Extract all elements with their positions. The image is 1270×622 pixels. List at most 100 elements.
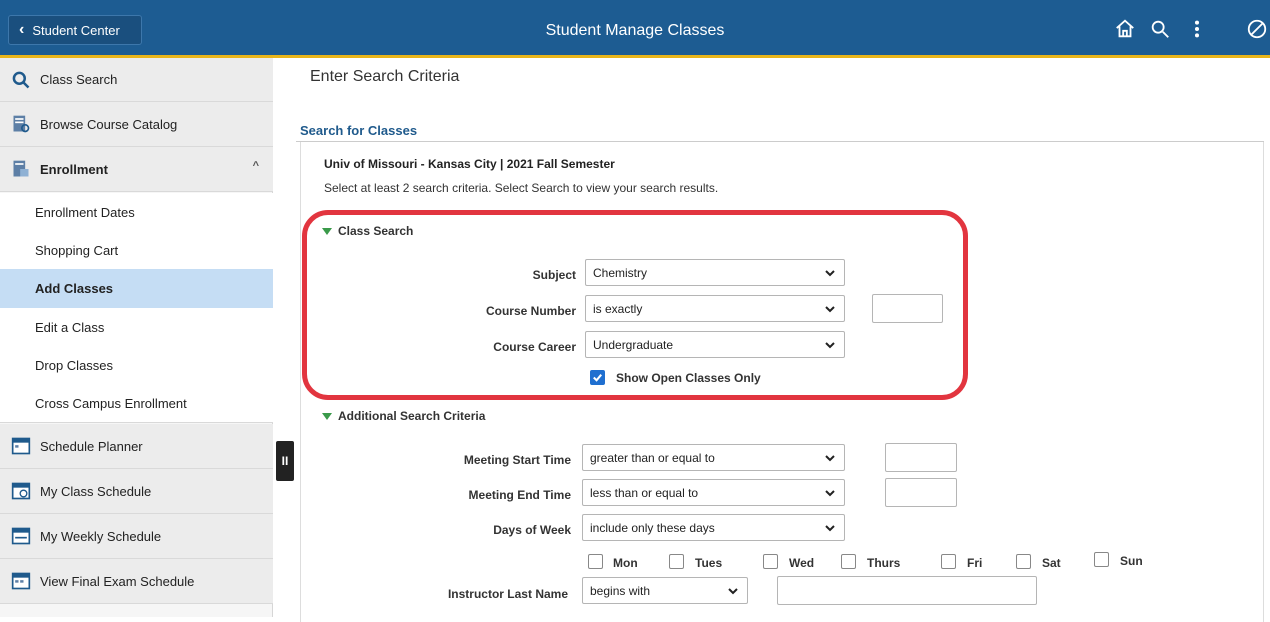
collapse-sidebar-button[interactable]: II xyxy=(276,441,294,481)
instruction-text: Select at least 2 search criteria. Selec… xyxy=(324,181,719,195)
meeting-end-operator: less than or equal to xyxy=(590,485,699,500)
checkmark-icon xyxy=(593,374,602,382)
sidebar-item-label: Edit a Class xyxy=(35,319,105,335)
days-of-week-select[interactable]: include only these days xyxy=(582,514,845,541)
day-checkbox-mon[interactable] xyxy=(588,554,603,569)
search-icon[interactable] xyxy=(1147,16,1173,42)
sidebar-item-label: Class Search xyxy=(40,72,118,87)
day-checkbox-thurs[interactable] xyxy=(841,554,856,569)
additional-criteria-group-header[interactable]: Additional Search Criteria xyxy=(322,409,485,423)
top-banner: ‹ Student Center Student Manage Classes xyxy=(0,0,1270,58)
meeting-start-time-select[interactable]: greater than or equal to xyxy=(582,444,845,471)
sidebar-item-my-class-schedule[interactable]: My Class Schedule xyxy=(0,469,273,514)
disabled-circle-icon[interactable] xyxy=(1244,16,1270,42)
sidebar-item-my-weekly-schedule[interactable]: My Weekly Schedule xyxy=(0,514,273,559)
weekly-calendar-icon xyxy=(10,525,32,547)
sidebar: Class Search Browse Course Catalog Enrol… xyxy=(0,58,273,617)
day-checkbox-sun[interactable] xyxy=(1094,552,1109,567)
chevron-down-icon xyxy=(825,525,835,532)
instructor-last-name-input[interactable] xyxy=(777,576,1037,605)
meeting-end-time-select[interactable]: less than or equal to xyxy=(582,479,845,506)
day-label-fri: Fri xyxy=(967,556,983,570)
expand-triangle-icon xyxy=(322,412,332,420)
day-checkbox-fri[interactable] xyxy=(941,554,956,569)
sidebar-item-label: Schedule Planner xyxy=(40,438,143,454)
page-header-title: Student Manage Classes xyxy=(545,22,725,39)
day-label-sun: Sun xyxy=(1120,554,1143,568)
sidebar-item-label: View Final Exam Schedule xyxy=(40,573,195,589)
class-search-group-header[interactable]: Class Search xyxy=(322,224,413,238)
sidebar-item-drop-classes[interactable]: Drop Classes xyxy=(0,346,273,385)
sidebar-item-label: My Weekly Schedule xyxy=(40,528,162,544)
instructor-operator: begins with xyxy=(590,583,651,598)
sidebar-item-enrollment-dates[interactable]: Enrollment Dates xyxy=(0,193,273,231)
sidebar-item-label: Cross Campus Enrollment xyxy=(35,396,187,411)
sidebar-item-edit-a-class[interactable]: Edit a Class xyxy=(0,308,273,346)
sidebar-item-label: Add Classes xyxy=(35,281,114,296)
meeting-start-time-label: Meeting Start Time xyxy=(463,453,571,467)
meeting-start-time-input[interactable] xyxy=(885,443,957,472)
course-number-select[interactable]: is exactly xyxy=(585,295,845,322)
day-checkbox-sat[interactable] xyxy=(1016,554,1031,569)
enrollment-icon xyxy=(10,158,32,180)
meeting-end-time-label: Meeting End Time xyxy=(468,488,571,502)
course-career-value: Undergraduate xyxy=(593,337,674,352)
chevron-down-icon xyxy=(728,588,738,595)
course-career-label: Course Career xyxy=(493,340,576,354)
exam-schedule-icon xyxy=(10,570,32,592)
planner-icon xyxy=(10,435,32,457)
group-label: Additional Search Criteria xyxy=(338,409,486,423)
meeting-start-operator: greater than or equal to xyxy=(590,450,715,465)
day-label-thurs: Thurs xyxy=(867,556,901,570)
expand-triangle-icon xyxy=(322,227,332,235)
day-label-mon: Mon xyxy=(613,556,638,570)
sidebar-item-add-classes[interactable]: Add Classes xyxy=(0,269,273,308)
home-icon[interactable] xyxy=(1112,16,1138,42)
magnifier-icon xyxy=(10,69,32,91)
more-vertical-icon[interactable] xyxy=(1184,16,1210,42)
calendar-clock-icon xyxy=(10,480,32,502)
sidebar-item-schedule-planner[interactable]: Schedule Planner xyxy=(0,424,273,469)
institution-term: Univ of Missouri - Kansas City | 2021 Fa… xyxy=(324,157,615,171)
group-label: Class Search xyxy=(338,224,414,238)
sidebar-item-enrollment[interactable]: Enrollment ^ xyxy=(0,147,273,192)
course-number-input[interactable] xyxy=(872,294,943,323)
back-to-student-center-button[interactable]: ‹ Student Center xyxy=(8,15,142,45)
meeting-end-time-input[interactable] xyxy=(885,478,957,507)
sidebar-item-label: Shopping Cart xyxy=(35,242,119,258)
day-label-tues: Tues xyxy=(695,556,723,570)
subject-label: Subject xyxy=(532,268,576,282)
days-of-week-operator: include only these days xyxy=(590,520,715,535)
sidebar-item-view-final-exam-schedule[interactable]: View Final Exam Schedule xyxy=(0,559,273,604)
day-label-sat: Sat xyxy=(1042,556,1061,570)
chevron-down-icon xyxy=(825,490,835,497)
show-open-classes-label: Show Open Classes Only xyxy=(616,371,761,385)
instructor-last-name-select[interactable]: begins with xyxy=(582,577,748,604)
subject-value: Chemistry xyxy=(593,265,648,280)
chevron-up-icon: ^ xyxy=(252,160,259,172)
chevron-left-icon: ‹ xyxy=(19,21,25,38)
sidebar-item-label: Drop Classes xyxy=(35,358,114,373)
subject-select[interactable]: Chemistry xyxy=(585,259,845,286)
chevron-down-icon xyxy=(825,270,835,277)
instructor-last-name-label: Instructor Last Name xyxy=(447,587,568,601)
sidebar-item-shopping-cart[interactable]: Shopping Cart xyxy=(0,231,273,269)
sidebar-item-cross-campus-enrollment[interactable]: Cross Campus Enrollment xyxy=(0,385,273,423)
sidebar-item-label: Browse Course Catalog xyxy=(40,116,178,132)
sidebar-item-label: My Class Schedule xyxy=(40,483,152,499)
day-label-wed: Wed xyxy=(789,556,815,570)
show-open-classes-checkbox[interactable] xyxy=(590,370,605,385)
day-checkbox-tues[interactable] xyxy=(669,554,684,569)
section-title: Search for Classes xyxy=(300,123,418,138)
course-career-select[interactable]: Undergraduate xyxy=(585,331,845,358)
sidebar-item-browse-course-catalog[interactable]: Browse Course Catalog xyxy=(0,102,273,147)
day-checkbox-wed[interactable] xyxy=(763,554,778,569)
course-number-label: Course Number xyxy=(485,304,576,318)
chevron-down-icon xyxy=(825,455,835,462)
sidebar-item-label: Enrollment Dates xyxy=(35,204,135,220)
main-content: Enter Search Criteria Search for Classes… xyxy=(296,58,1270,622)
catalog-icon xyxy=(10,113,32,135)
sidebar-item-label: Enrollment xyxy=(40,161,108,177)
chevron-down-icon xyxy=(825,342,835,349)
sidebar-item-class-search[interactable]: Class Search xyxy=(0,58,273,102)
